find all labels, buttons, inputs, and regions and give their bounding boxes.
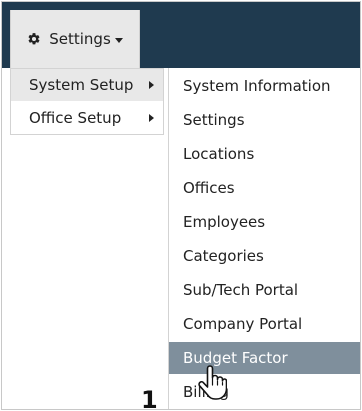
menu-item-system-setup[interactable]: System Setup (11, 69, 163, 101)
settings-dropdown-label: Settings (49, 30, 111, 48)
settings-submenu: System Setup Office Setup (10, 68, 164, 135)
screenshot-frame: Settings System Setup Office Setup Syste… (1, 1, 361, 410)
menu-item-billing[interactable]: Billing (169, 376, 360, 408)
menu-item-locations[interactable]: Locations (169, 138, 360, 170)
menu-item-label: Office Setup (29, 109, 122, 127)
settings-dropdown-button[interactable]: Settings (10, 10, 140, 68)
menu-item-budget-factor[interactable]: Budget Factor (169, 342, 360, 374)
menu-item-label: System Setup (29, 76, 134, 94)
menu-item-employees[interactable]: Employees (169, 206, 360, 238)
menu-item-offices[interactable]: Offices (169, 172, 360, 204)
system-setup-submenu: System Information Settings Locations Of… (168, 68, 360, 409)
partial-background-glyph: 1 (141, 386, 158, 410)
settings-menu-screen: Settings System Setup Office Setup Syste… (0, 0, 362, 411)
chevron-right-icon (149, 81, 154, 89)
menu-item-system-information[interactable]: System Information (169, 70, 360, 102)
menu-item-categories[interactable]: Categories (169, 240, 360, 272)
caret-down-icon (114, 37, 123, 43)
menu-item-settings[interactable]: Settings (169, 104, 360, 136)
chevron-right-icon (149, 114, 154, 122)
gear-icon (27, 32, 41, 46)
menu-item-office-setup[interactable]: Office Setup (11, 102, 163, 134)
menu-item-sub-tech-portal[interactable]: Sub/Tech Portal (169, 274, 360, 306)
menu-item-company-portal[interactable]: Company Portal (169, 308, 360, 340)
